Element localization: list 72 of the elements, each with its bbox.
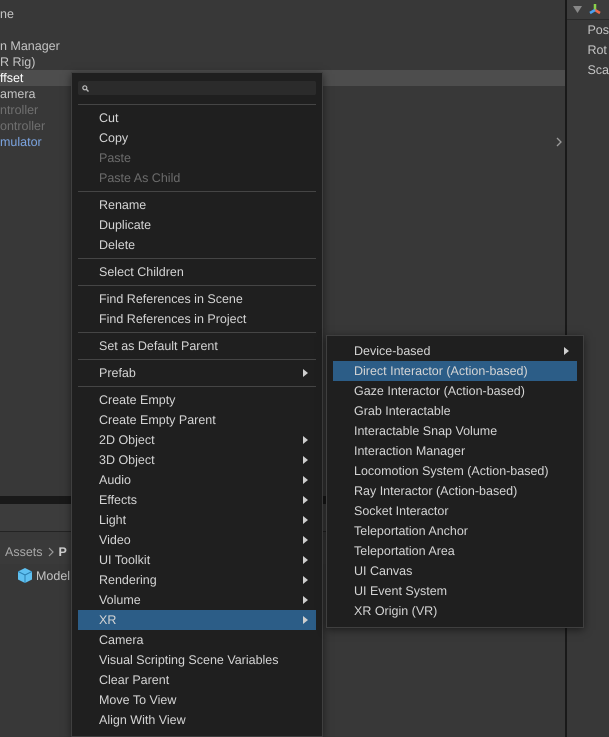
menu-item[interactable]: Socket Interactor [333,501,577,521]
breadcrumb-link[interactable]: Assets [5,545,43,559]
submenu-arrow-icon [303,369,308,377]
menu-item[interactable]: XR Origin (VR) [333,601,577,621]
menu-item[interactable]: Move To View [78,690,316,710]
menu-item[interactable]: Grab Interactable [333,401,577,421]
menu-item[interactable]: Select Children [78,262,316,282]
menu-item[interactable]: Interaction Manager [333,441,577,461]
menu-item[interactable]: Clear Parent [78,670,316,690]
cube-icon [18,568,32,583]
submenu-arrow-icon [303,436,308,444]
property-label: Pos [586,22,609,39]
menu-item[interactable]: Teleportation Area [333,541,577,561]
submenu-arrow-icon [303,476,308,484]
submenu-arrow-icon [303,536,308,544]
submenu-arrow-icon [303,556,308,564]
hierarchy-item[interactable]: amera [0,86,36,102]
hierarchy-item[interactable]: R Rig) [0,54,36,70]
search-field[interactable] [78,81,316,95]
menu-item[interactable]: XR [78,610,316,630]
menu-item[interactable]: Camera [78,630,316,650]
chevron-right-icon [46,547,55,557]
submenu-arrow-icon [303,516,308,524]
breadcrumb-link[interactable]: P [58,545,67,559]
submenu-arrow-icon [303,596,308,604]
menu-item[interactable]: Rendering [78,570,316,590]
search-icon [82,84,89,92]
hierarchy-item[interactable]: ffset [0,70,24,86]
property-label: Rot [586,42,608,59]
menu-item[interactable]: UI Toolkit [78,550,316,570]
menu-item[interactable]: Video [78,530,316,550]
menu-item[interactable]: Cut [78,108,316,128]
menu-item[interactable]: Device-based [333,341,577,361]
menu-item[interactable]: Gaze Interactor (Action-based) [333,381,577,401]
menu-item[interactable]: Prefab [78,363,316,383]
hierarchy-item[interactable]: n Manager [0,38,60,54]
menu-item[interactable]: Delete [78,235,316,255]
menu-item[interactable]: Locomotion System (Action-based) [333,461,577,481]
menu-item[interactable]: Set as Default Parent [78,336,316,356]
submenu-arrow-icon [564,347,569,355]
submenu-arrow-icon [303,576,308,584]
menu-item[interactable]: Visual Scripting Scene Variables [78,650,316,670]
menu-item[interactable]: Teleportation Anchor [333,521,577,541]
menu-item[interactable]: 3D Object [78,450,316,470]
menu-item[interactable]: Effects [78,490,316,510]
submenu-arrow-icon [303,456,308,464]
menu-item[interactable]: Create Empty [78,390,316,410]
menu-item[interactable]: Light [78,510,316,530]
triangle-down-icon[interactable] [573,6,582,13]
chevron-right-icon[interactable] [556,137,562,147]
menu-item[interactable]: Direct Interactor (Action-based) [333,361,577,381]
menu-item[interactable]: Rename [78,195,316,215]
menu-item[interactable]: Audio [78,470,316,490]
menu-item[interactable]: Align With View [78,710,316,730]
hierarchy-item[interactable]: mulator [0,134,42,150]
menu-item[interactable]: Copy [78,128,316,148]
axes-icon [588,2,602,16]
menu-item[interactable]: Create Empty Parent [78,410,316,430]
menu-item[interactable]: Interactable Snap Volume [333,421,577,441]
submenu-arrow-icon [303,616,308,624]
menu-item[interactable]: UI Event System [333,581,577,601]
menu-item[interactable]: Volume [78,590,316,610]
submenu-arrow-icon [303,496,308,504]
menu-item[interactable]: Find References in Project [78,309,316,329]
property-label: Sca [586,62,609,79]
hierarchy-item[interactable]: ne [0,6,14,22]
menu-item[interactable]: 2D Object [78,430,316,450]
menu-item[interactable]: UI Canvas [333,561,577,581]
asset-name[interactable]: Model [36,568,70,582]
menu-item[interactable]: Ray Interactor (Action-based) [333,481,577,501]
menu-item[interactable]: Duplicate [78,215,316,235]
menu-item[interactable]: Find References in Scene [78,289,316,309]
